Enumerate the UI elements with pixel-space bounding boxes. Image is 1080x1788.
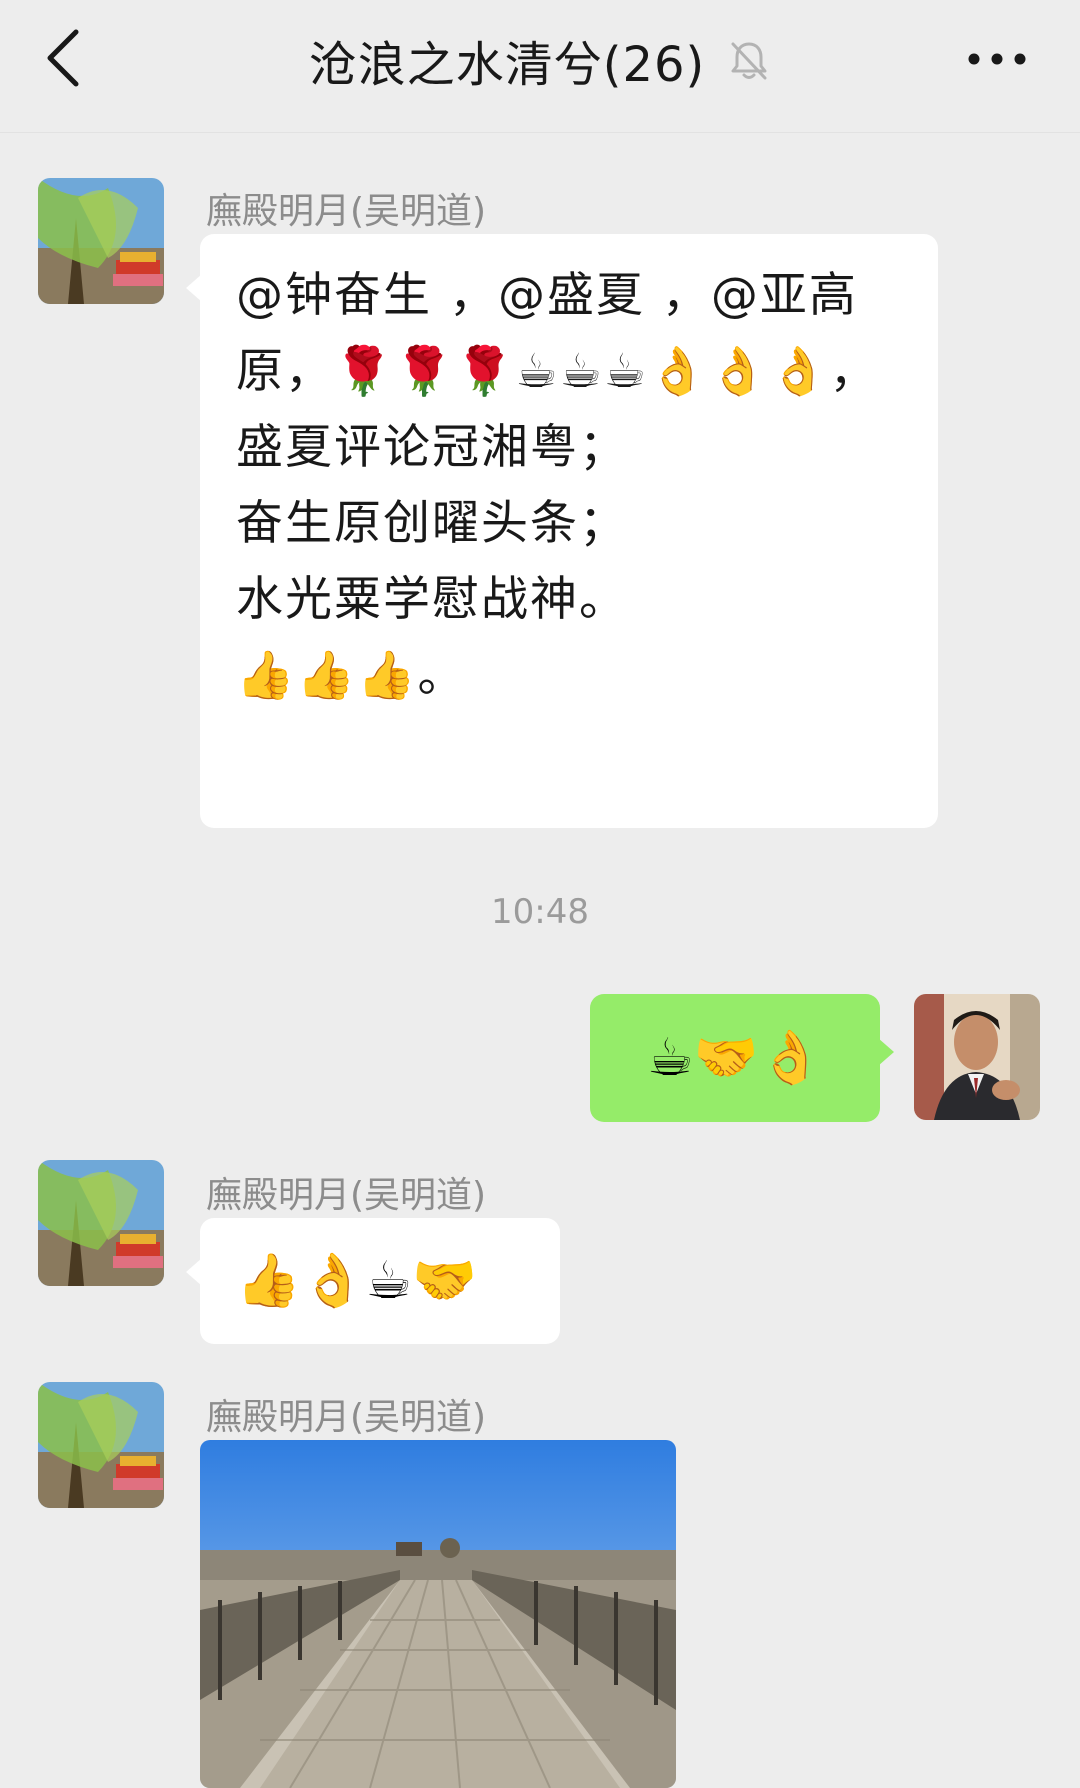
- message-text: @钟奋生 ，@盛夏 ，@亚高原，🌹🌹🌹☕☕☕👌👌👌， 盛夏评论冠湘粤； 奋生原创…: [236, 268, 879, 703]
- my-avatar[interactable]: [914, 994, 1040, 1120]
- message-text: 👍👌☕🤝: [236, 1251, 477, 1311]
- bell-off-icon: [731, 42, 767, 80]
- message-timestamp: 10:48: [491, 892, 589, 932]
- avatar-tree-scene-image: [38, 1160, 164, 1286]
- sender-name: 廡殿明月(吴明道): [206, 1397, 487, 1438]
- avatar-portrait-image: [914, 994, 1040, 1120]
- image-message[interactable]: [200, 1440, 676, 1788]
- message-text: ☕🤝👌: [646, 1028, 824, 1088]
- title-wrap: 沧浪之水清兮(26): [0, 20, 1080, 100]
- chat-title: 沧浪之水清兮(26): [308, 37, 706, 93]
- message-bubble[interactable]: 👍👌☕🤝: [186, 1218, 560, 1344]
- more-dots-icon: [968, 53, 1026, 65]
- bridge-photo-image: [200, 1440, 676, 1788]
- sender-name: 廡殿明月(吴明道): [206, 191, 487, 232]
- avatar-tree-scene-image: [38, 1382, 164, 1508]
- sender-avatar[interactable]: [38, 178, 164, 304]
- message-bubble[interactable]: @钟奋生 ，@盛夏 ，@亚高原，🌹🌹🌹☕☕☕👌👌👌， 盛夏评论冠湘粤； 奋生原创…: [186, 234, 938, 828]
- sender-name: 廡殿明月(吴明道): [206, 1175, 487, 1216]
- avatar-tree-scene-image: [38, 178, 164, 304]
- sender-avatar[interactable]: [38, 1382, 164, 1508]
- chat-screen: 沧浪之水清兮(26) 廡殿明月(吴明道) @钟奋生 ，@盛夏 ，@亚高原，🌹🌹🌹…: [0, 0, 1080, 1788]
- more-button[interactable]: [962, 34, 1032, 84]
- outgoing-message-bubble[interactable]: ☕🤝👌: [590, 994, 894, 1122]
- chat-header: 沧浪之水清兮(26): [0, 0, 1080, 133]
- sender-avatar[interactable]: [38, 1160, 164, 1286]
